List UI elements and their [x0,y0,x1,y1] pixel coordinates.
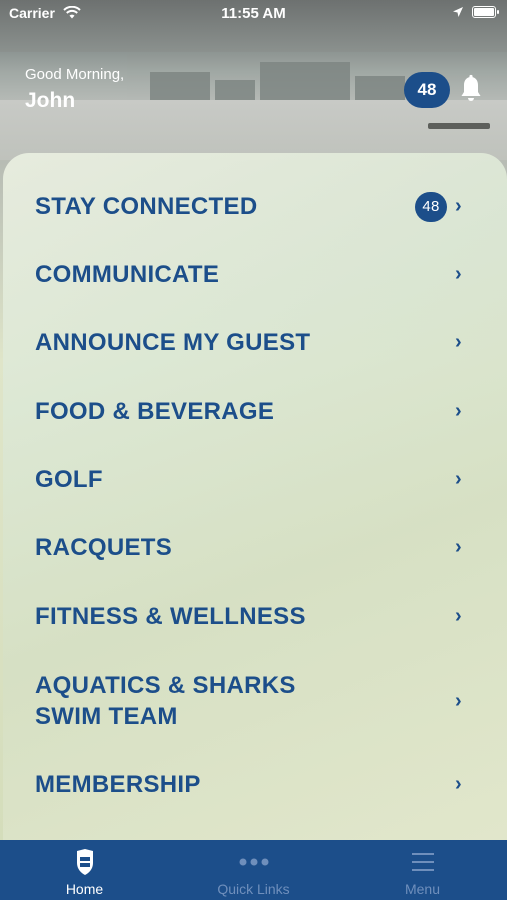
menu-item-announce-my-guest[interactable]: ANNOUNCE MY GUEST › [35,327,495,358]
bottom-tab-bar: Home Quick Links Menu [0,840,507,900]
chevron-right-icon: › [455,605,462,627]
chevron-right-icon: › [455,400,462,422]
menu-item-communicate[interactable]: COMMUNICATE › [35,259,495,290]
greeting-text: Good Morning, [25,66,125,83]
menu-panel [3,153,507,843]
menu-item-label: AQUATICS & SHARKS SWIM TEAM [35,672,296,730]
menu-item-label: COMMUNICATE [35,261,220,288]
menu-item-racquets[interactable]: RACQUETS › [35,532,495,563]
chevron-right-icon: › [455,331,462,353]
tab-label: Home [65,881,104,897]
more-dots-icon [239,858,268,866]
user-name: John [25,89,76,112]
menu-item-label: GOLF [35,466,103,493]
chevron-right-icon: › [455,689,462,712]
greeting-block: Good Morning, John [25,66,124,113]
tab-label: Menu [404,881,441,897]
menu-item-membership[interactable]: MEMBERSHIP › [35,769,495,800]
menu-item-label: RACQUETS [35,534,173,561]
stay-connected-count-badge: 48 [415,191,447,222]
bell-icon[interactable] [459,74,483,104]
hamburger-icon [411,853,434,871]
menu-item-label: ANNOUNCE MY GUEST [35,329,311,356]
chevron-right-icon: › [455,773,462,795]
location-arrow-icon [453,7,463,17]
menu-item-stay-connected[interactable]: STAY CONNECTED 48 › [35,191,495,222]
menu-item-fitness-wellness[interactable]: FITNESS & WELLNESS › [35,601,495,632]
tab-home[interactable]: Home [0,840,169,900]
menu-item-food-beverage[interactable]: FOOD & BEVERAGE › [35,396,495,427]
menu-item-label: MEMBERSHIP [35,771,201,798]
menu-item-label: FITNESS & WELLNESS [35,603,306,630]
chevron-right-icon: › [455,536,462,558]
menu-item-golf[interactable]: GOLF › [35,464,495,495]
notification-count-badge[interactable]: 48 [404,72,450,108]
status-time: 11:55 AM [221,5,286,22]
chevron-right-icon: › [455,263,462,285]
chevron-right-icon: › [455,195,462,217]
menu-item-label: FOOD & BEVERAGE [35,398,275,425]
tab-quick-links[interactable]: Quick Links [169,840,338,900]
boat-background [428,123,490,129]
menu-item-aquatics-sharks-swim-team[interactable]: AQUATICS & SHARKS SWIM TEAM › [35,670,495,732]
tab-label: Quick Links [217,881,290,897]
chevron-right-icon: › [455,468,462,490]
status-bar: Carrier 11:55 AM [0,0,507,28]
club-crest-icon [76,849,93,875]
tab-menu[interactable]: Menu [338,840,507,900]
battery-icon [472,6,499,18]
